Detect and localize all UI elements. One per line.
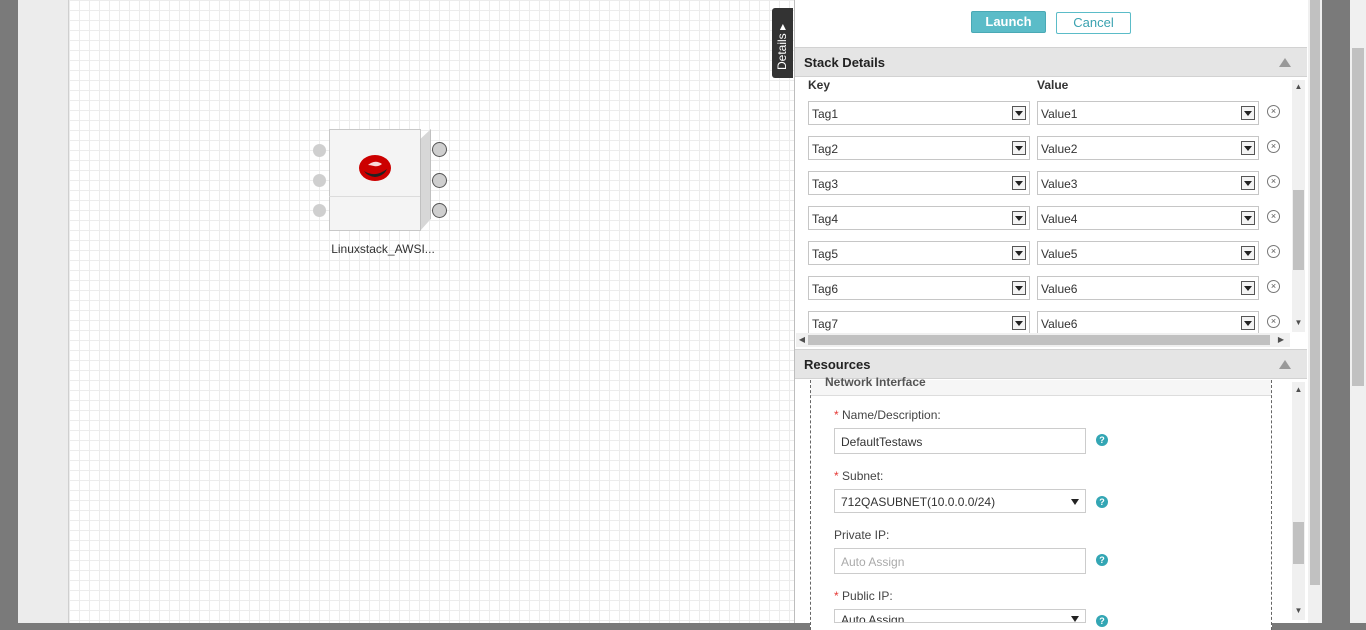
- tag-value-value: Value4: [1041, 212, 1078, 226]
- dropdown-arrow-icon[interactable]: [1012, 141, 1026, 155]
- dropdown-arrow-icon[interactable]: [1012, 211, 1026, 225]
- tag-key-combo[interactable]: Tag3: [808, 171, 1030, 195]
- private-ip-input[interactable]: Auto Assign: [834, 548, 1086, 574]
- help-icon[interactable]: ?: [1096, 496, 1108, 508]
- remove-row-icon[interactable]: ×: [1267, 280, 1280, 293]
- tag-key-combo[interactable]: Tag2: [808, 136, 1030, 160]
- dropdown-arrow-icon[interactable]: [1241, 211, 1255, 225]
- dropdown-arrow-icon[interactable]: [1241, 141, 1255, 155]
- name-description-label: * Name/Description:: [834, 408, 941, 422]
- remove-row-icon[interactable]: ×: [1267, 175, 1280, 188]
- public-ip-label: * Public IP:: [834, 589, 893, 603]
- dropdown-arrow-icon[interactable]: [1012, 281, 1026, 295]
- dropdown-arrow-icon[interactable]: [1241, 246, 1255, 260]
- window-gutter: [1322, 0, 1350, 623]
- stack-details-hscroll-thumb[interactable]: [808, 335, 1270, 345]
- remove-row-icon[interactable]: ×: [1267, 245, 1280, 258]
- name-description-input[interactable]: DefaultTestaws: [834, 428, 1086, 454]
- tag-key-value: Tag6: [812, 282, 839, 296]
- tag-value-combo[interactable]: Value2: [1037, 136, 1259, 160]
- dropdown-arrow-icon[interactable]: [1241, 281, 1255, 295]
- public-ip-label-text: Public IP:: [842, 589, 893, 603]
- tag-key-combo[interactable]: Tag5: [808, 241, 1030, 265]
- tag-value-value: Value6: [1041, 282, 1078, 296]
- public-ip-select[interactable]: Auto Assign: [834, 609, 1086, 623]
- tag-key-value: Tag1: [812, 107, 839, 121]
- tag-value-value: Value5: [1041, 247, 1078, 261]
- network-interface-title: Network Interface: [825, 375, 926, 389]
- dropdown-arrow-icon[interactable]: [1012, 106, 1026, 120]
- name-description-value: DefaultTestaws: [841, 435, 923, 449]
- scroll-right-arrow-icon[interactable]: ▶: [1276, 335, 1286, 345]
- scroll-down-arrow-icon[interactable]: ▼: [1292, 606, 1305, 616]
- subnet-label-text: Subnet:: [842, 469, 884, 483]
- tag-value-value: Value3: [1041, 177, 1078, 191]
- remove-row-icon[interactable]: ×: [1267, 210, 1280, 223]
- tag-value-combo[interactable]: Value3: [1037, 171, 1259, 195]
- help-icon[interactable]: ?: [1096, 615, 1108, 627]
- required-mark: *: [834, 469, 839, 483]
- tag-key-combo[interactable]: Tag4: [808, 206, 1030, 230]
- scroll-left-arrow-icon[interactable]: ◀: [797, 335, 807, 345]
- scroll-up-arrow-icon[interactable]: ▲: [1292, 82, 1305, 92]
- scroll-down-arrow-icon[interactable]: ▼: [1292, 318, 1305, 328]
- tag-key-value: Tag4: [812, 212, 839, 226]
- panel-scroll-thumb[interactable]: [1310, 0, 1320, 585]
- collapse-arrow-icon[interactable]: [1279, 360, 1291, 369]
- subnet-label: * Subnet:: [834, 469, 883, 483]
- public-ip-value: Auto Assign: [841, 613, 905, 623]
- dropdown-arrow-icon[interactable]: [1012, 316, 1026, 330]
- required-mark: *: [834, 589, 839, 603]
- tag-value-combo[interactable]: Value6: [1037, 311, 1259, 333]
- required-mark: *: [834, 408, 839, 422]
- chevron-down-icon: [1071, 616, 1079, 622]
- tag-value-value: Value2: [1041, 142, 1078, 156]
- dropdown-arrow-icon[interactable]: [1241, 176, 1255, 190]
- tag-value-value: Value6: [1041, 317, 1078, 331]
- subnet-select[interactable]: 712QASUBNET(10.0.0.0/24): [834, 489, 1086, 513]
- resources-scroll-thumb[interactable]: [1293, 522, 1304, 564]
- tag-key-value: Tag2: [812, 142, 839, 156]
- tag-value-combo[interactable]: Value1: [1037, 101, 1259, 125]
- tag-value-combo[interactable]: Value5: [1037, 241, 1259, 265]
- tag-key-combo[interactable]: Tag1: [808, 101, 1030, 125]
- private-ip-label: Private IP:: [834, 528, 890, 542]
- help-icon[interactable]: ?: [1096, 554, 1108, 566]
- remove-row-icon[interactable]: ×: [1267, 315, 1280, 328]
- resources-title: Resources: [804, 357, 871, 372]
- tag-key-combo[interactable]: Tag7: [808, 311, 1030, 333]
- remove-row-icon[interactable]: ×: [1267, 140, 1280, 153]
- dropdown-arrow-icon[interactable]: [1012, 246, 1026, 260]
- remove-row-icon[interactable]: ×: [1267, 105, 1280, 118]
- dropdown-arrow-icon[interactable]: [1241, 316, 1255, 330]
- window-scroll-thumb[interactable]: [1352, 48, 1364, 386]
- stack-details-scroll-thumb[interactable]: [1293, 190, 1304, 270]
- name-description-label-text: Name/Description:: [842, 408, 941, 422]
- tag-key-combo[interactable]: Tag6: [808, 276, 1030, 300]
- help-icon[interactable]: ?: [1096, 434, 1108, 446]
- tag-key-value: Tag7: [812, 317, 839, 331]
- scroll-up-arrow-icon[interactable]: ▲: [1292, 385, 1305, 395]
- tag-value-combo[interactable]: Value6: [1037, 276, 1259, 300]
- dropdown-arrow-icon[interactable]: [1241, 106, 1255, 120]
- private-ip-placeholder: Auto Assign: [841, 555, 905, 569]
- subnet-value: 712QASUBNET(10.0.0.0/24): [841, 495, 996, 509]
- resources-scrollbar[interactable]: [1292, 382, 1305, 620]
- tag-value-combo[interactable]: Value4: [1037, 206, 1259, 230]
- tag-key-value: Tag3: [812, 177, 839, 191]
- chevron-down-icon: [1071, 499, 1079, 505]
- dropdown-arrow-icon[interactable]: [1012, 176, 1026, 190]
- tag-value-value: Value1: [1041, 107, 1078, 121]
- tag-key-value: Tag5: [812, 247, 839, 261]
